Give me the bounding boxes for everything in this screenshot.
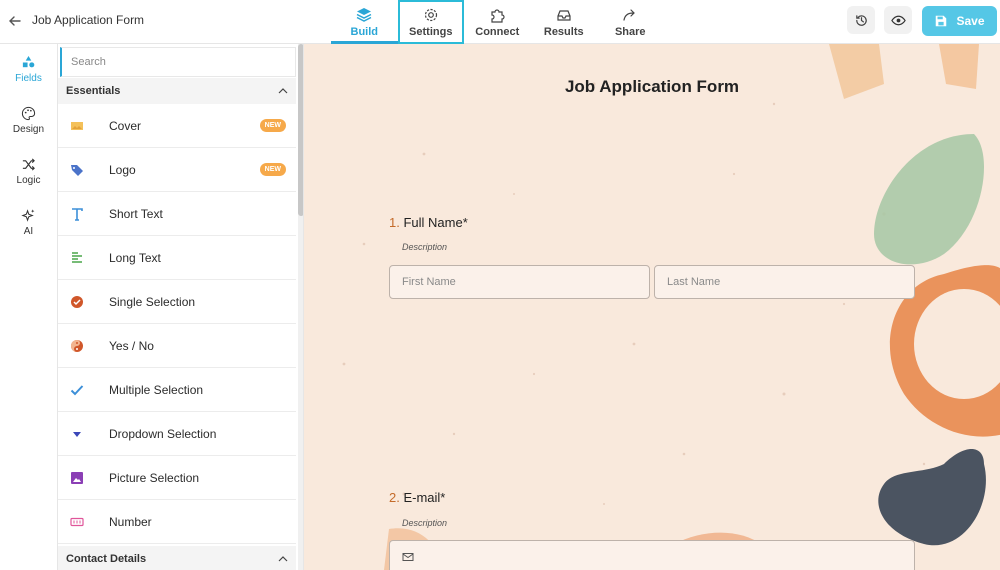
shuffle-icon — [22, 158, 35, 171]
field-item-short-text[interactable]: Short Text — [58, 192, 296, 236]
preview-button[interactable] — [884, 6, 912, 34]
form-name: Job Application Form — [32, 13, 145, 27]
search-input[interactable]: Search — [60, 47, 296, 77]
save-button[interactable]: Save — [922, 6, 997, 36]
shapes-icon — [22, 55, 35, 68]
field-item-single-selection[interactable]: Single Selection — [58, 280, 296, 324]
field-item-number[interactable]: Number — [58, 500, 296, 544]
section-contact-label: Contact Details — [66, 553, 147, 565]
tab-results[interactable]: Results — [531, 0, 598, 44]
layers-icon — [356, 7, 372, 22]
question-number: 2. — [389, 490, 400, 505]
field-item-label: Logo — [109, 162, 136, 177]
picture-icon — [70, 471, 84, 485]
rail-ai-label: AI — [23, 226, 34, 237]
puzzle-icon — [491, 8, 505, 23]
tag-icon — [70, 163, 84, 177]
new-badge: NEW — [259, 119, 286, 132]
field-item-label: Yes / No — [109, 338, 154, 353]
rail-fields[interactable]: Fields — [0, 44, 57, 95]
number-icon — [70, 515, 84, 529]
save-label: Save — [956, 14, 985, 28]
field-item-label: Single Selection — [109, 294, 196, 309]
form-title: Job Application Form — [564, 77, 740, 96]
sparkle-icon — [21, 209, 35, 222]
section-essentials-label: Essentials — [66, 85, 121, 97]
tab-results-label: Results — [543, 25, 584, 38]
chevron-up-icon — [278, 556, 288, 562]
field-item-yes-no[interactable]: Yes / No — [58, 324, 296, 368]
question-full-name[interactable]: 1. Full Name* — [389, 215, 468, 230]
question-number: 1. — [389, 215, 400, 230]
history-button[interactable] — [847, 6, 875, 34]
tab-build-label: Build — [350, 25, 379, 38]
question-description[interactable]: Description — [402, 518, 447, 528]
tab-settings-label: Settings — [409, 25, 453, 38]
field-item-cover[interactable]: Cover NEW — [58, 104, 296, 148]
field-item-label: Number — [109, 514, 152, 529]
eye-icon — [890, 15, 906, 25]
checkmark-icon — [70, 383, 84, 397]
question-email[interactable]: 2. E-mail* — [389, 490, 445, 505]
paragraph-icon — [70, 251, 84, 265]
image-icon — [70, 119, 84, 133]
history-icon — [855, 14, 867, 26]
section-essentials[interactable]: Essentials — [58, 78, 296, 104]
tab-share[interactable]: Share — [597, 0, 664, 44]
question-label: Full Name* — [403, 215, 468, 230]
palette-icon — [21, 106, 36, 121]
share-icon — [623, 8, 636, 21]
save-icon — [936, 15, 947, 27]
fields-panel: Search Essentials Cover NEW Logo NEW Sho… — [58, 44, 304, 570]
question-label: E-mail* — [403, 490, 446, 505]
rail-design[interactable]: Design — [0, 95, 57, 146]
main-tabs: Build Settings Connect Results Share — [331, 0, 664, 44]
question-description[interactable]: Description — [402, 242, 447, 252]
tab-share-label: Share — [614, 25, 646, 38]
rail-design-label: Design — [12, 124, 45, 135]
section-contact-details[interactable]: Contact Details — [58, 546, 296, 570]
tab-connect[interactable]: Connect — [464, 0, 531, 44]
field-item-label: Long Text — [109, 250, 161, 265]
field-item-dropdown-selection[interactable]: Dropdown Selection — [58, 412, 296, 456]
yes-no-icon — [70, 339, 84, 353]
field-item-picture-selection[interactable]: Picture Selection — [58, 456, 296, 500]
left-rail: Fields Design Logic AI — [0, 44, 58, 570]
text-icon — [70, 207, 84, 221]
gear-icon — [424, 8, 437, 21]
back-arrow-icon[interactable] — [6, 12, 24, 30]
last-name-field[interactable]: Last Name — [654, 265, 915, 299]
field-item-logo[interactable]: Logo NEW — [58, 148, 296, 192]
inbox-icon — [557, 9, 571, 21]
tab-settings[interactable]: Settings — [397, 0, 464, 44]
field-item-label: Cover — [109, 118, 142, 133]
field-item-label: Short Text — [109, 206, 163, 221]
field-item-label: Dropdown Selection — [109, 426, 217, 441]
tab-connect-label: Connect — [475, 25, 520, 38]
check-circle-icon — [70, 295, 84, 309]
rail-fields-label: Fields — [15, 73, 42, 84]
first-name-field[interactable]: First Name — [389, 265, 650, 299]
form-canvas: Job Application Form 1. Full Name* Descr… — [304, 44, 1000, 570]
chevron-up-icon — [278, 88, 288, 94]
envelope-icon — [402, 553, 414, 561]
top-bar: Job Application Form Build Settings Conn… — [0, 0, 1000, 44]
rail-logic-label: Logic — [16, 175, 41, 186]
new-badge: NEW — [259, 163, 286, 176]
caret-down-icon — [70, 427, 84, 441]
field-item-multiple-selection[interactable]: Multiple Selection — [58, 368, 296, 412]
email-field[interactable] — [389, 540, 915, 570]
rail-ai[interactable]: AI — [0, 197, 57, 248]
field-item-label: Picture Selection — [109, 470, 200, 485]
rail-logic[interactable]: Logic — [0, 146, 57, 197]
field-item-long-text[interactable]: Long Text — [58, 236, 296, 280]
field-item-label: Multiple Selection — [109, 382, 204, 397]
tab-build[interactable]: Build — [331, 0, 398, 44]
